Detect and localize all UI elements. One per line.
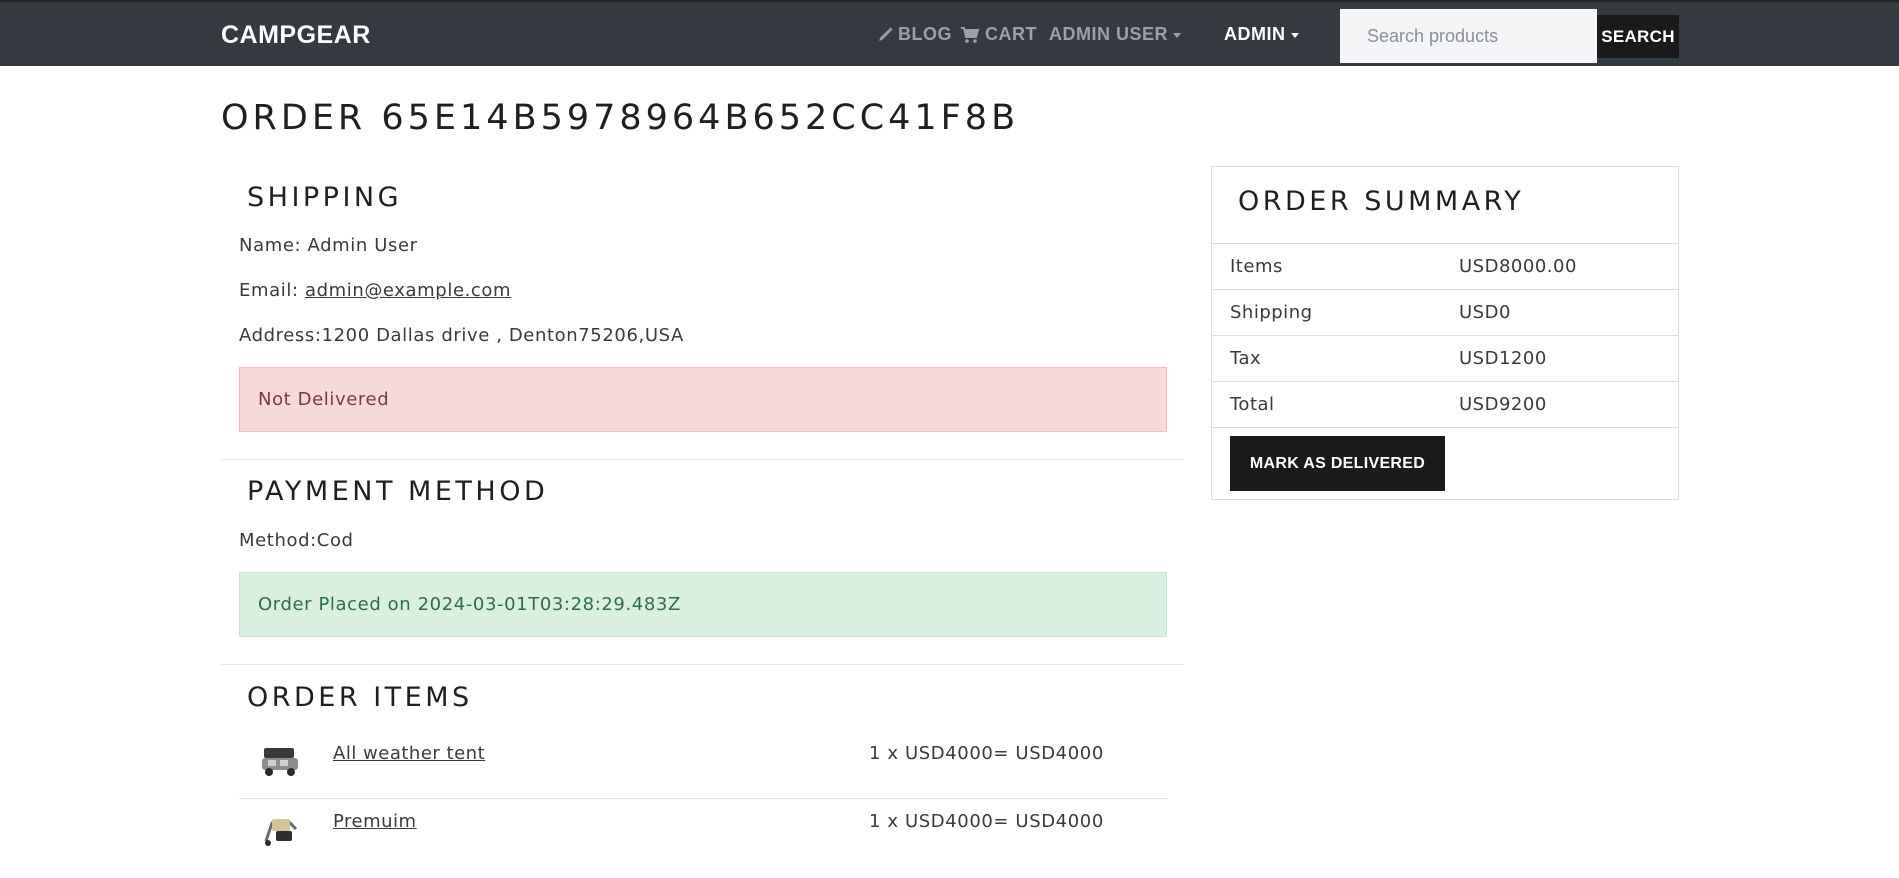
shipping-name-value: Admin User <box>307 235 418 256</box>
mark-as-delivered-button[interactable]: MARK AS DELIVERED <box>1230 436 1445 491</box>
section-divider <box>221 664 1184 665</box>
shipping-email: Email: admin@example.com <box>239 280 511 301</box>
chevron-down-icon <box>1173 33 1182 38</box>
payment-status-alert: Order Placed on 2024-03-01T03:28:29.483Z <box>239 572 1167 637</box>
payment-method-value: Cod <box>316 530 354 551</box>
summary-row-value: USD9200 <box>1459 394 1547 415</box>
summary-row-shipping: Shipping USD0 <box>1212 289 1678 335</box>
shipping-name: Name: Admin User <box>239 235 418 256</box>
user-menu-dropdown[interactable]: ADMIN USER <box>1049 24 1182 45</box>
shipping-address-label: Address: <box>239 325 322 346</box>
summary-row-value: USD0 <box>1459 302 1511 323</box>
nav-blog-link[interactable]: BLOG <box>877 24 952 45</box>
page-title: ORDER 65E14B5978964B652CC41F8B <box>221 98 1020 138</box>
nav-cart-link[interactable]: CART <box>960 24 1037 45</box>
shipping-email-link[interactable]: admin@example.com <box>305 280 511 301</box>
shipping-address-value: 1200 Dallas drive , Denton75206,USA <box>321 325 684 346</box>
order-summary-heading: ORDER SUMMARY <box>1238 186 1525 217</box>
search-input[interactable] <box>1340 9 1597 63</box>
admin-menu-dropdown[interactable]: ADMIN <box>1224 24 1299 45</box>
order-item-price: 1 x USD4000= USD4000 <box>869 743 1104 764</box>
order-item-link[interactable]: All weather tent <box>333 743 485 764</box>
summary-row-tax: Tax USD1200 <box>1212 335 1678 381</box>
admin-menu-label: ADMIN <box>1224 24 1286 44</box>
tent-product-image <box>262 748 298 776</box>
navbar: CAMPGEAR BLOG CART ADMIN USER ADMIN SEAR… <box>0 0 1899 66</box>
summary-row-items: Items USD8000.00 <box>1212 243 1678 289</box>
payment-status-text: Order Placed on 2024-03-01T03:28:29.483Z <box>258 594 681 615</box>
order-item-price: 1 x USD4000= USD4000 <box>869 811 1104 832</box>
cart-icon <box>961 26 980 43</box>
order-items-heading: ORDER ITEMS <box>247 682 473 713</box>
summary-divider <box>1212 427 1678 428</box>
order-summary-card: ORDER SUMMARY Items USD8000.00 Shipping … <box>1211 166 1679 500</box>
summary-row-label: Shipping <box>1230 302 1313 323</box>
nav-blog-label: BLOG <box>898 24 952 44</box>
nav-cart-label: CART <box>985 24 1037 44</box>
summary-row-value: USD1200 <box>1459 348 1547 369</box>
item-divider <box>239 798 1167 799</box>
summary-row-label: Total <box>1230 394 1275 415</box>
summary-row-label: Items <box>1230 256 1283 277</box>
user-menu-label: ADMIN USER <box>1049 24 1169 44</box>
delivery-status-alert: Not Delivered <box>239 367 1167 432</box>
payment-heading: PAYMENT METHOD <box>247 476 549 507</box>
payment-method-label: Method: <box>239 530 317 551</box>
brand-logo[interactable]: CAMPGEAR <box>221 21 371 50</box>
shipping-email-label: Email: <box>239 280 299 301</box>
order-item-link[interactable]: Premuim <box>333 811 417 832</box>
blog-icon <box>879 27 893 41</box>
delivery-status-text: Not Delivered <box>258 389 390 410</box>
shipping-name-label: Name: <box>239 235 302 256</box>
shipping-address: Address:1200 Dallas drive , Denton75206,… <box>239 325 684 346</box>
gear-product-image <box>264 819 298 846</box>
summary-row-label: Tax <box>1230 348 1262 369</box>
payment-method: Method:Cod <box>239 530 354 551</box>
shipping-heading: SHIPPING <box>247 182 403 213</box>
section-divider <box>221 459 1184 460</box>
summary-row-value: USD8000.00 <box>1459 256 1577 277</box>
chevron-down-icon <box>1290 33 1299 38</box>
search-button[interactable]: SEARCH <box>1597 15 1679 58</box>
